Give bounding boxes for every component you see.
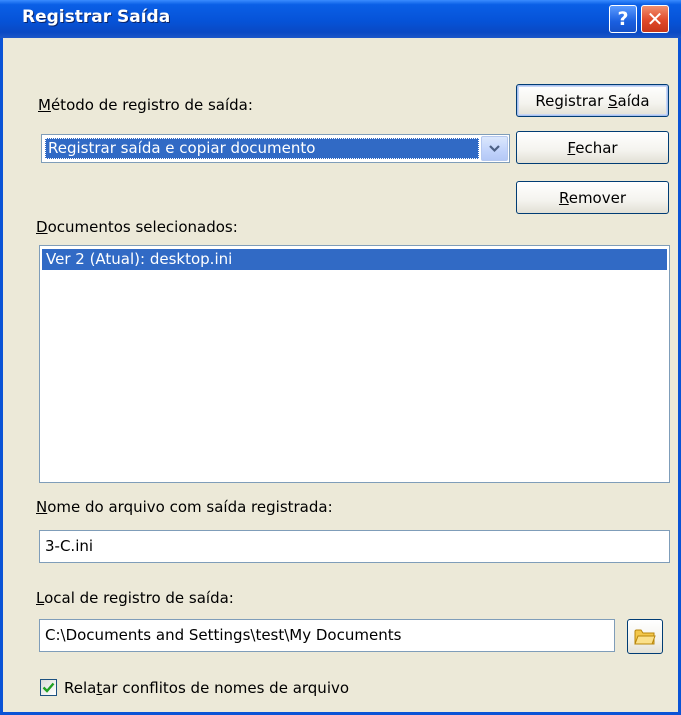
- chevron-down-icon: [489, 145, 500, 153]
- remove-button[interactable]: Remover: [516, 181, 669, 214]
- close-icon: ✕: [646, 7, 664, 31]
- help-button[interactable]: ?: [609, 5, 637, 33]
- remove-button-label: Remover: [558, 188, 627, 207]
- register-checkout-button[interactable]: Registrar Saída: [516, 84, 669, 117]
- window-title: Registrar Saída: [22, 7, 171, 27]
- list-item[interactable]: Ver 2 (Atual): desktop.ini: [42, 249, 667, 270]
- checkout-dialog: Registrar Saída ? ✕ Método de registro d…: [0, 0, 681, 715]
- checkmark-icon: [42, 682, 55, 693]
- location-input[interactable]: C:\Documents and Settings\test\My Docume…: [39, 619, 615, 652]
- method-label: Método de registro de saída:: [38, 96, 253, 114]
- report-conflicts-label[interactable]: Relatar conflitos de nomes de arquivo: [64, 679, 349, 697]
- folder-icon: [634, 629, 656, 644]
- report-conflicts-checkbox[interactable]: [40, 679, 57, 696]
- documents-list[interactable]: Ver 2 (Atual): desktop.ini: [39, 245, 670, 483]
- location-label: Local de registro de saída:: [36, 589, 234, 607]
- filename-input[interactable]: 3-C.ini: [39, 530, 670, 563]
- documents-label: Documentos selecionados:: [36, 218, 238, 236]
- method-dropdown[interactable]: Registrar saída e copiar documento: [41, 134, 510, 163]
- register-checkout-label: Registrar Saída: [535, 91, 650, 110]
- browse-folder-button[interactable]: [627, 619, 663, 654]
- method-selected-value: Registrar saída e copiar documento: [45, 138, 479, 159]
- filename-label: Nome do arquivo com saída registrada:: [36, 498, 333, 516]
- help-icon: ?: [617, 8, 629, 30]
- close-button[interactable]: Fechar: [516, 131, 669, 164]
- close-button-label: Fechar: [567, 138, 618, 157]
- title-bar[interactable]: Registrar Saída ? ✕: [0, 0, 681, 38]
- dropdown-arrow-button[interactable]: [481, 136, 508, 161]
- close-window-button[interactable]: ✕: [641, 5, 669, 33]
